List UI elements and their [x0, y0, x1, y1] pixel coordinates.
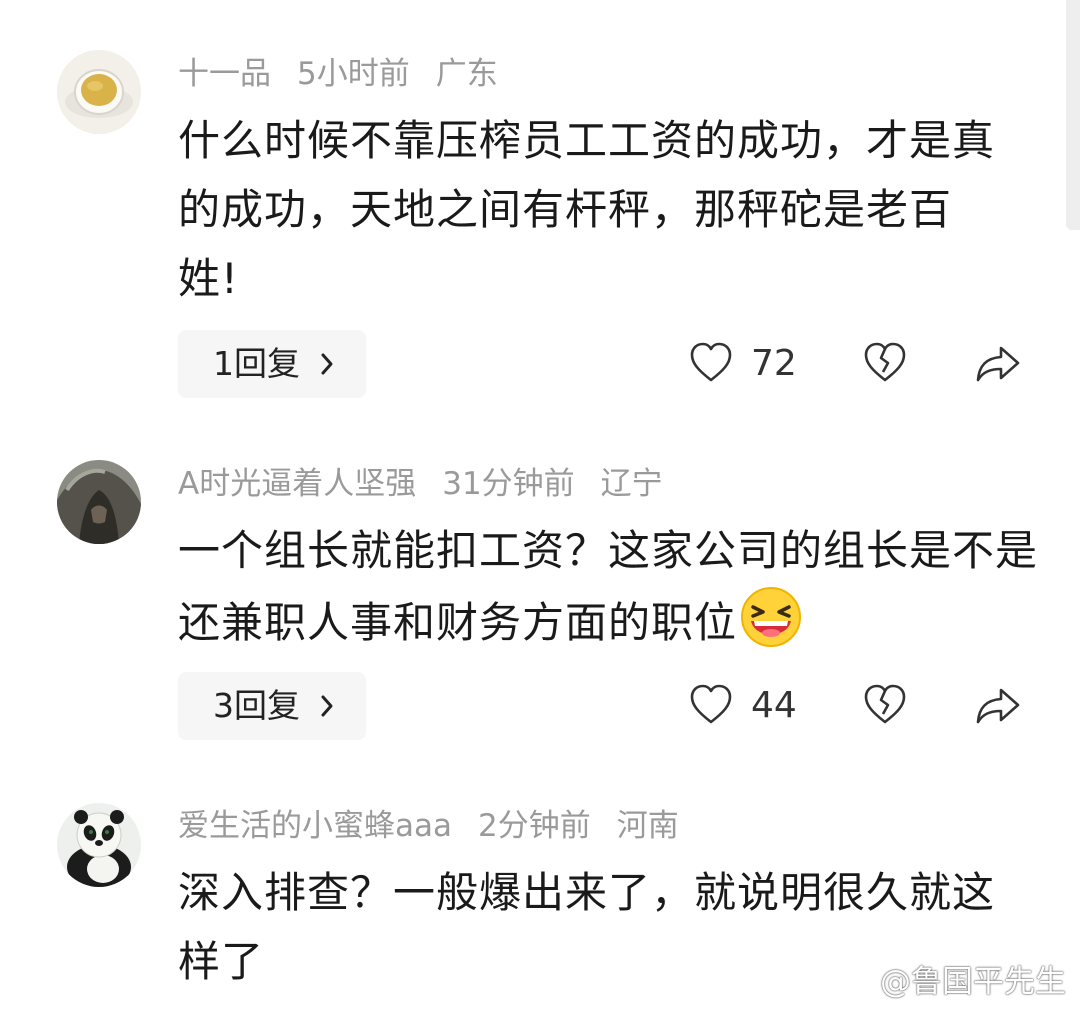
scrollbar[interactable]: [1066, 0, 1080, 230]
username[interactable]: 十一品: [178, 56, 271, 92]
share-arrow-icon: [976, 688, 1020, 724]
like-count: 72: [751, 343, 797, 384]
location: 河南: [616, 808, 679, 844]
laughing-emoji-icon: [739, 585, 803, 649]
comment-meta: 十一品 5小时前 广东: [178, 52, 524, 96]
like-button[interactable]: [688, 672, 734, 740]
comment-text: 一个组长就能扣工资？这家公司的组长是不是还兼职人事和财务方面的职位: [178, 516, 1038, 657]
like-button[interactable]: [688, 330, 734, 398]
timestamp: 5小时前: [297, 56, 410, 92]
location: 辽宁: [600, 466, 663, 502]
comment-text: 什么时候不靠压榨员工工资的成功，才是真的成功，天地之间有杆秤，那秤砣是老百姓!: [178, 116, 996, 303]
share-arrow-icon: [976, 346, 1020, 382]
username[interactable]: A时光逼着人坚强: [178, 466, 416, 502]
chevron-right-icon: [318, 330, 338, 421]
share-button[interactable]: [974, 330, 1022, 398]
dislike-button[interactable]: [862, 330, 908, 398]
broken-heart-icon: [864, 342, 906, 382]
watermark: @鲁国平先生: [836, 960, 1066, 1004]
like-count: 44: [751, 685, 797, 726]
timestamp: 2分钟前: [478, 808, 591, 844]
avatar[interactable]: [57, 50, 141, 134]
heart-outline-icon: [690, 684, 732, 724]
comment-meta: A时光逼着人坚强 31分钟前 辽宁: [178, 462, 689, 506]
heart-outline-icon: [690, 342, 732, 382]
chevron-right-icon: [318, 672, 338, 763]
avatar[interactable]: [57, 460, 141, 544]
username[interactable]: 爱生活的小蜜蜂aaa: [178, 808, 452, 844]
share-button[interactable]: [974, 672, 1022, 740]
watermark-text: @鲁国平先生: [880, 964, 1066, 1000]
replies-label: 3回复: [213, 686, 300, 725]
replies-label: 1回复: [213, 344, 300, 383]
timestamp: 31分钟前: [442, 466, 575, 502]
comment-text-content: 一个组长就能扣工资？这家公司的组长是不是还兼职人事和财务方面的职位: [178, 526, 1039, 647]
comment-feed: 十一品 5小时前 广东 什么时候不靠压榨员工工资的成功，才是真的成功，天地之间有杆秤…: [0, 0, 1080, 1010]
weibo-logo-icon: [836, 968, 874, 998]
replies-button[interactable]: 1回复: [178, 330, 366, 398]
avatar[interactable]: [57, 803, 141, 887]
replies-button[interactable]: 3回复: [178, 672, 366, 740]
broken-heart-icon: [864, 684, 906, 724]
dislike-button[interactable]: [862, 672, 908, 740]
comment-meta: 爱生活的小蜜蜂aaa 2分钟前 河南: [178, 804, 705, 848]
location: 广东: [435, 56, 498, 92]
